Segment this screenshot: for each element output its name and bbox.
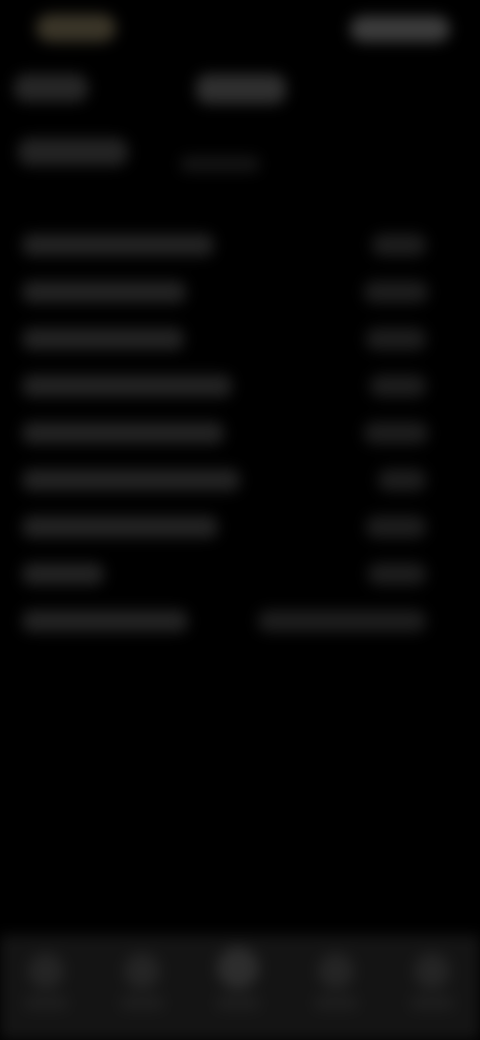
tab-label-text <box>410 997 411 998</box>
section-subtitle-text <box>180 156 181 157</box>
section-title-text <box>18 138 19 139</box>
signal-icon <box>350 16 351 17</box>
row-label <box>22 375 232 397</box>
tab-bar <box>0 935 480 1040</box>
row-value-text <box>370 375 371 376</box>
row-value-text <box>368 563 369 564</box>
center-icon <box>217 947 259 989</box>
row-label-text <box>22 281 23 282</box>
list-item <box>0 598 480 645</box>
back-button[interactable] <box>14 74 88 102</box>
list-icon <box>124 953 160 989</box>
tab-profile[interactable] <box>402 953 462 1013</box>
tab-label-text <box>24 997 25 998</box>
row-value <box>378 469 426 491</box>
row-label-text <box>22 469 23 470</box>
row-label <box>22 516 218 538</box>
tab-center[interactable] <box>208 947 268 1013</box>
row-value-text <box>372 234 373 235</box>
section-title <box>18 138 128 166</box>
row-label-text <box>22 563 23 564</box>
row-value <box>364 422 428 444</box>
row-value-text <box>366 516 367 517</box>
list-item <box>0 410 480 457</box>
tab-label-text <box>120 997 121 998</box>
home-icon <box>28 953 64 989</box>
wifi-icon <box>350 16 351 17</box>
row-value <box>372 234 426 256</box>
tab-label <box>24 997 68 1009</box>
row-label <box>22 469 240 491</box>
list-item <box>0 504 480 551</box>
row-label-text <box>22 375 23 376</box>
tab-list[interactable] <box>112 953 172 1013</box>
tab-chart[interactable] <box>306 953 366 1013</box>
back-button-label <box>14 74 15 75</box>
row-label <box>22 422 224 444</box>
list-item <box>0 457 480 504</box>
info-list <box>0 222 480 645</box>
tab-label-text <box>314 997 315 998</box>
status-bar <box>0 0 480 60</box>
row-label-text <box>22 610 23 611</box>
tab-label <box>410 997 454 1009</box>
tab-home[interactable] <box>16 953 76 1013</box>
row-label <box>22 234 214 256</box>
page-title-text <box>196 74 197 75</box>
list-item <box>0 222 480 269</box>
row-value <box>368 563 426 585</box>
row-value <box>364 281 428 303</box>
app-screen <box>0 0 480 1040</box>
row-value <box>370 375 426 397</box>
row-value-text <box>378 469 379 470</box>
page-title <box>196 74 286 104</box>
row-label-text <box>22 328 23 329</box>
row-label-text <box>22 234 23 235</box>
row-label <box>22 328 184 350</box>
row-value <box>258 610 426 632</box>
row-label <box>22 281 186 303</box>
row-value <box>366 328 426 350</box>
row-value-text <box>258 610 259 611</box>
battery-icon <box>350 16 351 17</box>
row-label <box>22 610 188 632</box>
row-label <box>22 563 104 585</box>
row-label-text <box>22 516 23 517</box>
section-subtitle <box>180 156 260 172</box>
status-icons <box>350 16 450 42</box>
chart-icon <box>318 953 354 989</box>
row-value-text <box>366 328 367 329</box>
tab-label <box>216 997 260 1009</box>
row-value-text <box>364 281 365 282</box>
row-label-text <box>22 422 23 423</box>
row-value-text <box>364 422 365 423</box>
list-item <box>0 269 480 316</box>
status-time <box>36 14 116 42</box>
list-item <box>0 316 480 363</box>
row-value <box>366 516 426 538</box>
list-item <box>0 551 480 598</box>
status-time-text <box>36 14 37 15</box>
tab-label <box>120 997 164 1009</box>
tab-label-text <box>216 997 217 998</box>
profile-icon <box>414 953 450 989</box>
nav-header <box>0 60 480 120</box>
tab-label <box>314 997 358 1009</box>
list-item <box>0 363 480 410</box>
